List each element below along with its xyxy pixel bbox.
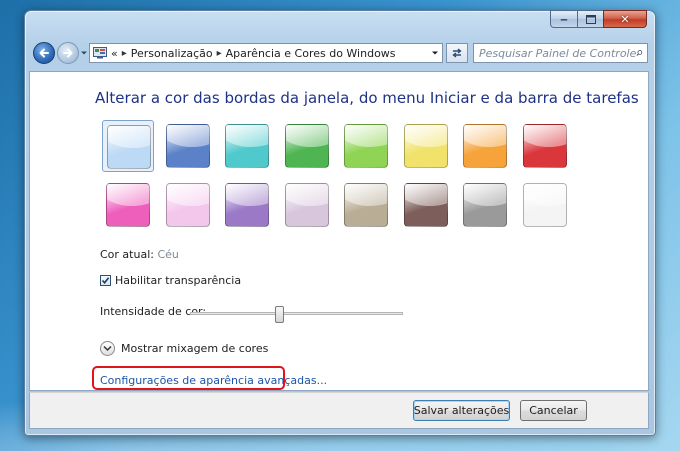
back-arrow-icon bbox=[39, 48, 49, 58]
color-swatch-fill bbox=[463, 183, 507, 227]
color-swatch[interactable] bbox=[400, 120, 452, 172]
expand-button[interactable] bbox=[100, 341, 115, 356]
caption-buttons: ‒ ✕ bbox=[550, 10, 647, 28]
forward-arrow-icon bbox=[63, 48, 73, 58]
refresh-button[interactable] bbox=[446, 43, 468, 63]
maximize-icon bbox=[585, 14, 596, 24]
color-swatch-fill bbox=[344, 183, 388, 227]
breadcrumb-separator-icon[interactable]: ▸ bbox=[217, 48, 222, 59]
navigation-bar: « ▸ Personalização ▸ Aparência e Cores d… bbox=[31, 41, 649, 67]
color-swatch-fill bbox=[403, 124, 448, 168]
color-swatch-fill bbox=[225, 183, 269, 227]
address-bar[interactable]: « ▸ Personalização ▸ Aparência e Cores d… bbox=[89, 43, 443, 63]
content-pane: Alterar a cor das bordas da janela, do m… bbox=[29, 71, 649, 391]
color-swatch[interactable] bbox=[162, 179, 214, 231]
color-swatch[interactable] bbox=[221, 120, 273, 172]
intensity-slider-track[interactable] bbox=[190, 312, 403, 315]
color-swatch[interactable] bbox=[519, 179, 571, 231]
transparency-checkbox[interactable] bbox=[100, 275, 111, 286]
back-button[interactable] bbox=[33, 42, 55, 64]
breadcrumb-appearance-colors[interactable]: Aparência e Cores do Windows bbox=[226, 47, 396, 60]
minimize-button[interactable]: ‒ bbox=[550, 10, 577, 28]
current-color: Cor atual: Céu bbox=[100, 248, 179, 261]
minimize-icon: ‒ bbox=[560, 12, 568, 26]
color-swatch[interactable] bbox=[221, 179, 273, 231]
control-panel-window: ‒ ✕ « ▸ Personalização ▸ Aparência e Cor… bbox=[24, 10, 656, 436]
search-input[interactable]: Pesquisar Painel de Controle bbox=[473, 43, 648, 63]
control-panel-icon bbox=[93, 47, 107, 59]
forward-button[interactable] bbox=[57, 42, 79, 64]
current-color-value: Céu bbox=[157, 248, 179, 261]
color-swatch-fill bbox=[463, 124, 507, 168]
transparency-label[interactable]: Habilitar transparência bbox=[115, 274, 241, 287]
color-swatch[interactable] bbox=[102, 120, 154, 172]
maximize-button[interactable] bbox=[577, 10, 603, 28]
color-swatch[interactable] bbox=[340, 120, 392, 172]
page-title: Alterar a cor das bordas da janela, do m… bbox=[95, 89, 639, 107]
color-swatch-fill bbox=[284, 124, 329, 168]
color-swatch-fill bbox=[522, 124, 567, 168]
refresh-icon bbox=[452, 48, 462, 58]
close-button[interactable]: ✕ bbox=[603, 10, 647, 28]
color-swatch[interactable] bbox=[162, 120, 214, 172]
color-mixer-label[interactable]: Mostrar mixagem de cores bbox=[121, 342, 268, 355]
color-swatch[interactable] bbox=[459, 120, 511, 172]
breadcrumb-separator-icon[interactable]: ▸ bbox=[122, 48, 127, 59]
color-swatch[interactable] bbox=[519, 120, 571, 172]
color-mixer-toggle[interactable]: Mostrar mixagem de cores bbox=[100, 341, 268, 356]
color-swatch-fill bbox=[403, 183, 448, 227]
color-swatch[interactable] bbox=[102, 179, 154, 231]
transparency-option[interactable]: Habilitar transparência bbox=[100, 274, 241, 287]
color-swatch-fill bbox=[107, 125, 151, 169]
current-color-label: Cor atual: bbox=[100, 248, 154, 261]
close-icon: ✕ bbox=[620, 12, 630, 26]
breadcrumb-overflow[interactable]: « bbox=[111, 47, 118, 60]
color-swatch[interactable] bbox=[400, 179, 452, 231]
intensity-slider-thumb[interactable] bbox=[275, 306, 285, 323]
color-swatch-fill bbox=[165, 183, 210, 227]
breadcrumb-personalization[interactable]: Personalização bbox=[131, 47, 213, 60]
color-swatch-fill bbox=[106, 183, 150, 227]
checkmark-icon bbox=[101, 277, 110, 285]
search-icon[interactable] bbox=[636, 47, 643, 59]
color-swatch-fill bbox=[284, 183, 329, 227]
color-swatch-fill bbox=[522, 183, 567, 227]
color-swatch[interactable] bbox=[340, 179, 392, 231]
color-swatch[interactable] bbox=[459, 179, 511, 231]
button-footer: Salvar alterações Cancelar bbox=[29, 392, 649, 429]
color-swatch[interactable] bbox=[281, 179, 333, 231]
color-swatch-fill bbox=[344, 124, 388, 168]
save-changes-button[interactable]: Salvar alterações bbox=[413, 400, 510, 421]
advanced-appearance-link[interactable]: Configurações de aparência avançadas... bbox=[100, 374, 327, 387]
recent-pages-dropdown-icon[interactable] bbox=[80, 49, 88, 57]
search-placeholder: Pesquisar Painel de Controle bbox=[479, 46, 637, 60]
cancel-button[interactable]: Cancelar bbox=[520, 400, 587, 421]
chevron-down-icon bbox=[103, 345, 112, 352]
color-swatch-fill bbox=[165, 124, 210, 168]
color-swatch[interactable] bbox=[281, 120, 333, 172]
address-dropdown-icon[interactable] bbox=[431, 49, 439, 57]
color-swatch-fill bbox=[225, 124, 269, 168]
